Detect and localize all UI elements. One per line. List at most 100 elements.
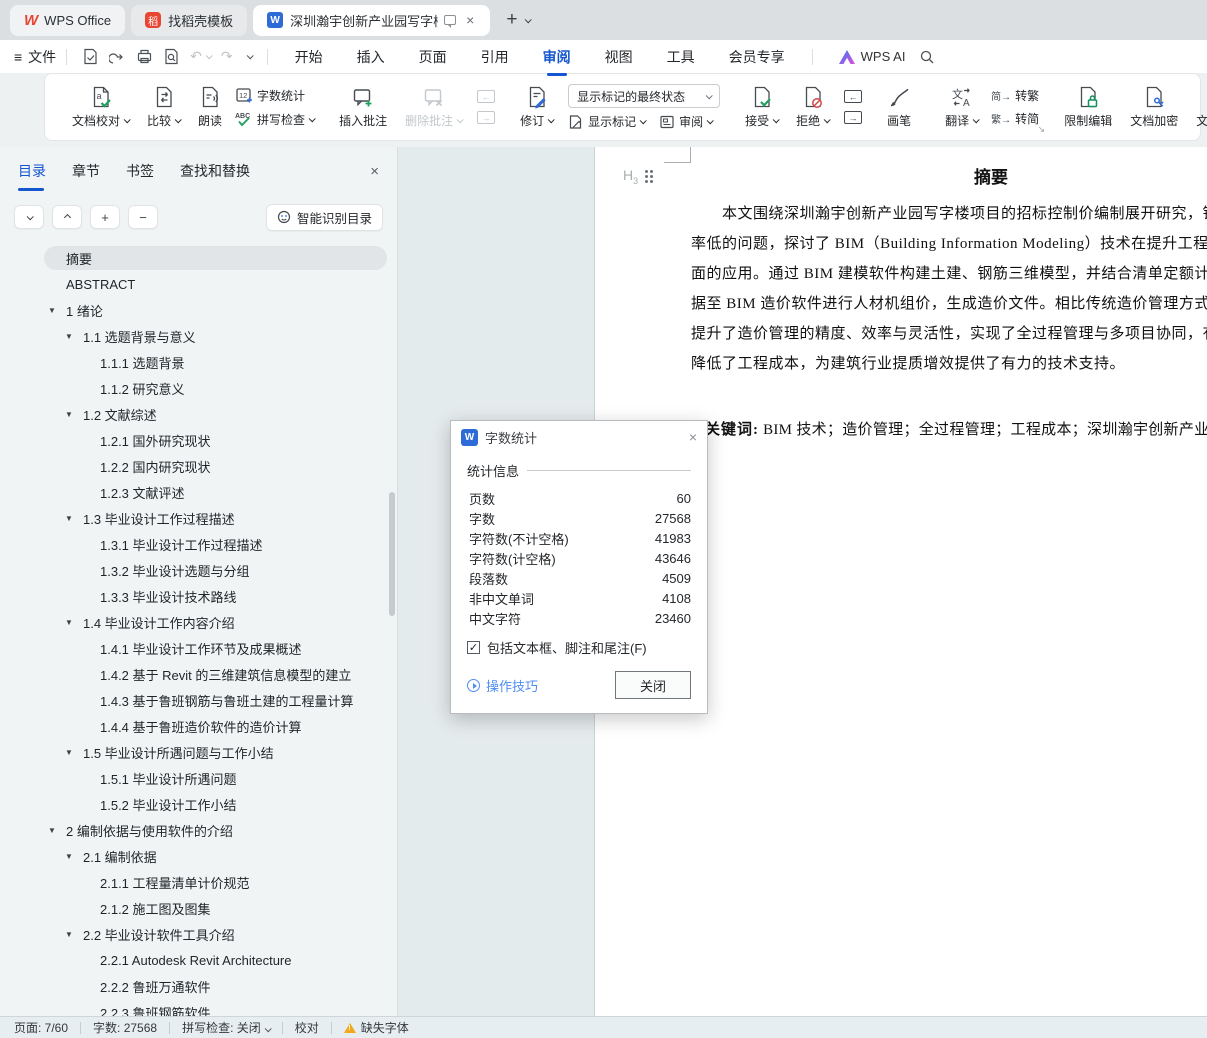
menu-tools[interactable]: 工具 — [667, 47, 695, 67]
read-aloud-button[interactable]: 朗读 — [189, 78, 231, 136]
menu-insert[interactable]: 插入 — [357, 47, 385, 67]
translate-button[interactable]: 文A 翻译 — [936, 78, 987, 136]
smart-toc-button[interactable]: 智能识别目录 — [265, 203, 383, 231]
markup-state-dropdown[interactable]: 显示标记的最终状态 — [568, 84, 721, 108]
dialog-launcher-icon[interactable]: ↘ — [1038, 124, 1046, 135]
word-count-indicator[interactable]: 字数: 27568 — [93, 1019, 157, 1036]
traditional-to-simplified-button[interactable]: 繁→ 转简 — [991, 110, 1039, 127]
toc-item[interactable]: ▼ 1.2.3 文献评述 — [0, 479, 397, 505]
toc-item[interactable]: ▼ 1.4.1 毕业设计工作环节及成果概述 — [0, 635, 397, 661]
collapse-all-button[interactable]: − — [128, 205, 158, 229]
include-footnotes-checkbox[interactable]: ✓ 包括文本框、脚注和尾注(F) — [467, 638, 691, 657]
track-changes-button[interactable]: 修订 — [511, 78, 562, 136]
previous-comment-icon[interactable]: ← — [477, 90, 496, 103]
spell-check-button[interactable]: ABC 拼写检查 — [235, 110, 316, 128]
encrypt-document-button[interactable]: 文档加密 — [1121, 78, 1187, 136]
tab-wps-office[interactable]: W WPS Office — [10, 4, 126, 36]
toc-item[interactable]: ▼ 1.4.4 基于鲁班造价软件的造价计算 — [0, 713, 397, 739]
expand-down-button[interactable] — [14, 205, 44, 229]
next-comment-icon[interactable]: → — [477, 111, 496, 124]
toc-item[interactable]: ▼ 2.1.2 施工图及图集 — [0, 895, 397, 921]
toc-item[interactable]: ▼ 1.2 文献综述 — [0, 401, 397, 427]
reject-button[interactable]: 拒绝 — [787, 78, 838, 136]
dialog-close-icon[interactable]: × — [689, 429, 697, 445]
next-change-icon[interactable]: → — [844, 111, 863, 124]
save-button[interactable] — [82, 48, 99, 65]
toc-item[interactable]: ▼ 2 编制依据与使用软件的介绍 — [0, 817, 397, 843]
show-markup-button[interactable]: 显示标记 — [568, 113, 647, 130]
toc-item[interactable]: ▼ 2.2 毕业设计软件工具介绍 — [0, 921, 397, 947]
expand-all-button[interactable]: + — [90, 205, 120, 229]
insert-comment-button[interactable]: 插入批注 — [330, 78, 396, 136]
quick-access-chevron-icon[interactable] — [243, 52, 254, 60]
restrict-editing-button[interactable]: 限制编辑 — [1055, 78, 1121, 136]
collapse-arrow-icon[interactable]: ▼ — [65, 332, 73, 341]
tab-chapters[interactable]: 章节 — [72, 161, 100, 181]
accept-button[interactable]: 接受 — [736, 78, 787, 136]
toc-item[interactable]: ▼ 1.4.3 基于鲁班钢筋与鲁班土建的工程量计算 — [0, 687, 397, 713]
toc-item[interactable]: ▼ 2.2.3 鲁班钢筋软件 — [0, 999, 397, 1017]
brush-button[interactable]: 画笔 — [878, 78, 920, 136]
tips-link[interactable]: 操作技巧 — [467, 676, 538, 695]
toc-item[interactable]: ▼ 1.4 毕业设计工作内容介绍 — [0, 609, 397, 635]
spell-check-status[interactable]: 拼写检查: 关闭 — [182, 1019, 272, 1036]
drag-handle-icon[interactable] — [645, 169, 654, 183]
collapse-arrow-icon[interactable]: ▼ — [65, 852, 73, 861]
review-button[interactable]: 审阅 — [659, 113, 714, 130]
tab-list-chevron-icon[interactable] — [525, 15, 533, 23]
toc-item[interactable]: ▼ 2.2.1 Autodesk Revit Architecture — [0, 947, 397, 973]
toc-item[interactable]: ▼ 1.2.1 国外研究现状 — [0, 427, 397, 453]
menu-view[interactable]: 视图 — [605, 47, 633, 67]
toc-item[interactable]: ▼ 1.5.1 毕业设计所遇问题 — [0, 765, 397, 791]
comment-bubble-icon[interactable] — [444, 15, 457, 28]
toc-item[interactable]: ▼ 1.1 选题背景与意义 — [0, 323, 397, 349]
tab-close-icon[interactable]: × — [464, 12, 476, 28]
toc-item[interactable]: ▼ 1.2.2 国内研究现状 — [0, 453, 397, 479]
delete-comment-button[interactable]: 删除批注 — [396, 78, 471, 136]
proofread-button[interactable]: a 文档校对 — [63, 78, 138, 136]
export-pdf-button[interactable] — [109, 48, 126, 65]
print-button[interactable] — [136, 48, 153, 65]
collapse-arrow-icon[interactable]: ▼ — [65, 618, 73, 627]
collapse-arrow-icon[interactable]: ▼ — [65, 514, 73, 523]
toc-item[interactable]: ▼ 1.5.2 毕业设计工作小结 — [0, 791, 397, 817]
collapse-arrow-icon[interactable]: ▼ — [65, 930, 73, 939]
toc-item[interactable]: ▼ 1.3.3 毕业设计技术路线 — [0, 583, 397, 609]
collapse-arrow-icon[interactable]: ▼ — [48, 826, 56, 835]
tab-find-replace[interactable]: 查找和替换 — [180, 161, 250, 181]
tab-bookmarks[interactable]: 书签 — [126, 161, 154, 181]
document-content[interactable]: 摘要 本文围绕深圳瀚宇创新产业园写字楼项目的招标控制价编制展开研究，针对建筑率低… — [691, 163, 1207, 445]
collapse-arrow-icon[interactable]: ▼ — [65, 410, 73, 419]
file-menu[interactable]: ≡ 文件 — [14, 47, 56, 67]
tab-toc[interactable]: 目录 — [18, 161, 46, 191]
menu-page[interactable]: 页面 — [419, 47, 447, 67]
page-indicator[interactable]: 页面: 7/60 — [14, 1019, 68, 1036]
wps-ai-button[interactable]: WPS AI — [838, 49, 905, 64]
toc-item[interactable]: ▼ 1.3.2 毕业设计选题与分组 — [0, 557, 397, 583]
toc-item[interactable]: ▼ 1.4.2 基于 Revit 的三维建筑信息模型的建立 — [0, 661, 397, 687]
collapse-arrow-icon[interactable]: ▼ — [65, 748, 73, 757]
finalize-document-button[interactable]: 文档定稿 — [1187, 78, 1207, 136]
menu-review[interactable]: 审阅 — [543, 47, 571, 76]
menu-reference[interactable]: 引用 — [481, 47, 509, 67]
toc-item[interactable]: ▼ ABSTRACT — [0, 271, 397, 297]
toc-item[interactable]: ▼ 1 绪论 — [0, 297, 397, 323]
toc-item[interactable]: ▼ 2.1 编制依据 — [0, 843, 397, 869]
tab-docer[interactable]: 稻 找稻壳模板 — [131, 4, 248, 36]
word-count-button[interactable]: 12 字数统计 — [235, 86, 314, 104]
simplified-to-traditional-button[interactable]: 简→ 转繁 — [991, 87, 1039, 104]
toc-item[interactable]: ▼ 1.1.2 研究意义 — [0, 375, 397, 401]
undo-button[interactable]: ↶ — [190, 48, 213, 65]
toc-item[interactable]: ▼ 1.3.1 毕业设计工作过程描述 — [0, 531, 397, 557]
checkbox-icon[interactable]: ✓ — [467, 641, 480, 654]
compare-button[interactable]: 比较 — [138, 78, 189, 136]
missing-font-warning[interactable]: 缺失字体 — [343, 1019, 409, 1036]
menu-member[interactable]: 会员专享 — [729, 47, 785, 67]
menu-start[interactable]: 开始 — [295, 47, 323, 67]
previous-change-icon[interactable]: ← — [844, 90, 863, 103]
toc-item[interactable]: ▼ 2.1.1 工程量清单计价规范 — [0, 869, 397, 895]
search-icon[interactable] — [919, 49, 935, 65]
toc-item[interactable]: ▼ 1.5 毕业设计所遇问题与工作小结 — [0, 739, 397, 765]
dialog-titlebar[interactable]: W 字数统计 × — [451, 421, 707, 453]
heading-level-badge[interactable]: H3 — [623, 167, 654, 186]
